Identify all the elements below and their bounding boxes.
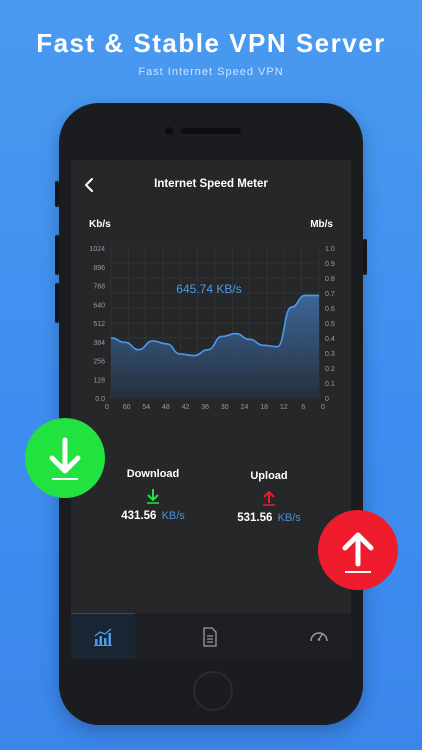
- speedometer-icon: [310, 632, 328, 642]
- x-tick: 30: [221, 404, 229, 411]
- download-value-row: 431.56 KB/s: [93, 510, 213, 522]
- bottom-tab-bar: [71, 613, 351, 659]
- right-unit-label: Mb/s: [310, 219, 333, 230]
- y-right-tick: 0.3: [325, 351, 335, 358]
- upload-value-row: 531.56 KB/s: [209, 512, 329, 524]
- page-title: Internet Speed Meter: [154, 178, 268, 190]
- y-right-tick: 0.2: [325, 366, 335, 373]
- app-header: Internet Speed Meter: [71, 160, 351, 210]
- y-left-tick: 0.0: [95, 396, 105, 403]
- download-stat: Download 431.56 KB/s: [93, 468, 213, 522]
- y-right-tick: 1.0: [325, 246, 335, 253]
- download-badge-icon: [49, 437, 81, 480]
- y-right-tick: 0.5: [325, 321, 335, 328]
- chart-icon: [94, 628, 112, 646]
- upload-label: Upload: [250, 470, 288, 482]
- download-unit: KB/s: [161, 510, 185, 522]
- x-tick: 54: [142, 404, 150, 411]
- x-tick: 48: [162, 404, 170, 411]
- x-tick: 36: [201, 404, 209, 411]
- phone-frame: Internet Speed Meter Kb/s Mb/s 1024 896 76…: [55, 103, 367, 725]
- upload-value: 531.56: [237, 512, 273, 524]
- current-speed-label: 645.74 KB/s: [176, 282, 241, 296]
- tab-speed-test[interactable]: [287, 613, 351, 659]
- promo-headline: Fast & Stable VPN Server: [36, 28, 386, 58]
- promo-subline: Fast Internet Speed VPN: [138, 66, 284, 78]
- y-right-tick: 0.6: [325, 306, 335, 313]
- upload-badge-icon: [342, 532, 374, 573]
- upload-stat: Upload 531.56 KB/s: [209, 470, 329, 524]
- phone-volume-down: [55, 283, 59, 323]
- y-right-tick: 0.1: [325, 381, 335, 388]
- app-screen: Internet Speed Meter Kb/s Mb/s 1024 896 76…: [71, 160, 351, 659]
- stats-panel: Download 431.56 KB/s Upload 531.56 KB/s: [71, 460, 351, 540]
- y-right-tick: 0.9: [325, 261, 335, 268]
- upload-arrow-icon: [263, 490, 275, 506]
- x-tick: 0: [321, 404, 325, 411]
- x-tick: 60: [123, 404, 131, 411]
- upload-unit: KB/s: [277, 512, 301, 524]
- y-right-tick: 0.8: [325, 276, 335, 283]
- y-left-tick: 1024: [89, 246, 105, 253]
- x-tick: 42: [182, 404, 190, 411]
- home-button: [193, 671, 233, 711]
- upload-badge: [318, 510, 398, 590]
- download-arrow-icon: [147, 489, 159, 504]
- phone-side-button: [55, 181, 59, 207]
- x-tick: 6: [301, 404, 305, 411]
- y-left-tick: 512: [93, 321, 105, 328]
- tab-history[interactable]: [179, 613, 243, 659]
- download-badge: [25, 418, 105, 498]
- y-left-tick: 640: [93, 302, 105, 309]
- y-left-tick: 384: [93, 340, 105, 347]
- x-tick: 0: [105, 404, 109, 411]
- speaker: [181, 128, 241, 134]
- download-value: 431.56: [121, 510, 157, 522]
- y-left-tick: 768: [93, 284, 105, 291]
- y-right-tick: 0.7: [325, 291, 335, 298]
- download-label: Download: [126, 468, 180, 480]
- speed-chart: 1024 896 768 640 512 384 256 128 0.0 1.0 0.9 0.8 0.7…: [89, 246, 335, 411]
- x-tick: 24: [241, 404, 249, 411]
- document-icon: [203, 627, 217, 647]
- tab-speed-chart[interactable]: [71, 613, 135, 659]
- left-unit-label: Kb/s: [89, 219, 111, 230]
- y-left-tick: 896: [93, 265, 105, 272]
- y-left-tick: 128: [93, 377, 105, 384]
- y-right-tick: 0: [325, 396, 329, 403]
- phone-volume-up: [55, 235, 59, 275]
- front-camera: [165, 127, 173, 135]
- phone-power-button: [363, 239, 367, 275]
- y-left-tick: 256: [93, 359, 105, 366]
- x-tick: 18: [260, 404, 268, 411]
- y-right-tick: 0.4: [325, 336, 335, 343]
- x-tick: 12: [280, 404, 288, 411]
